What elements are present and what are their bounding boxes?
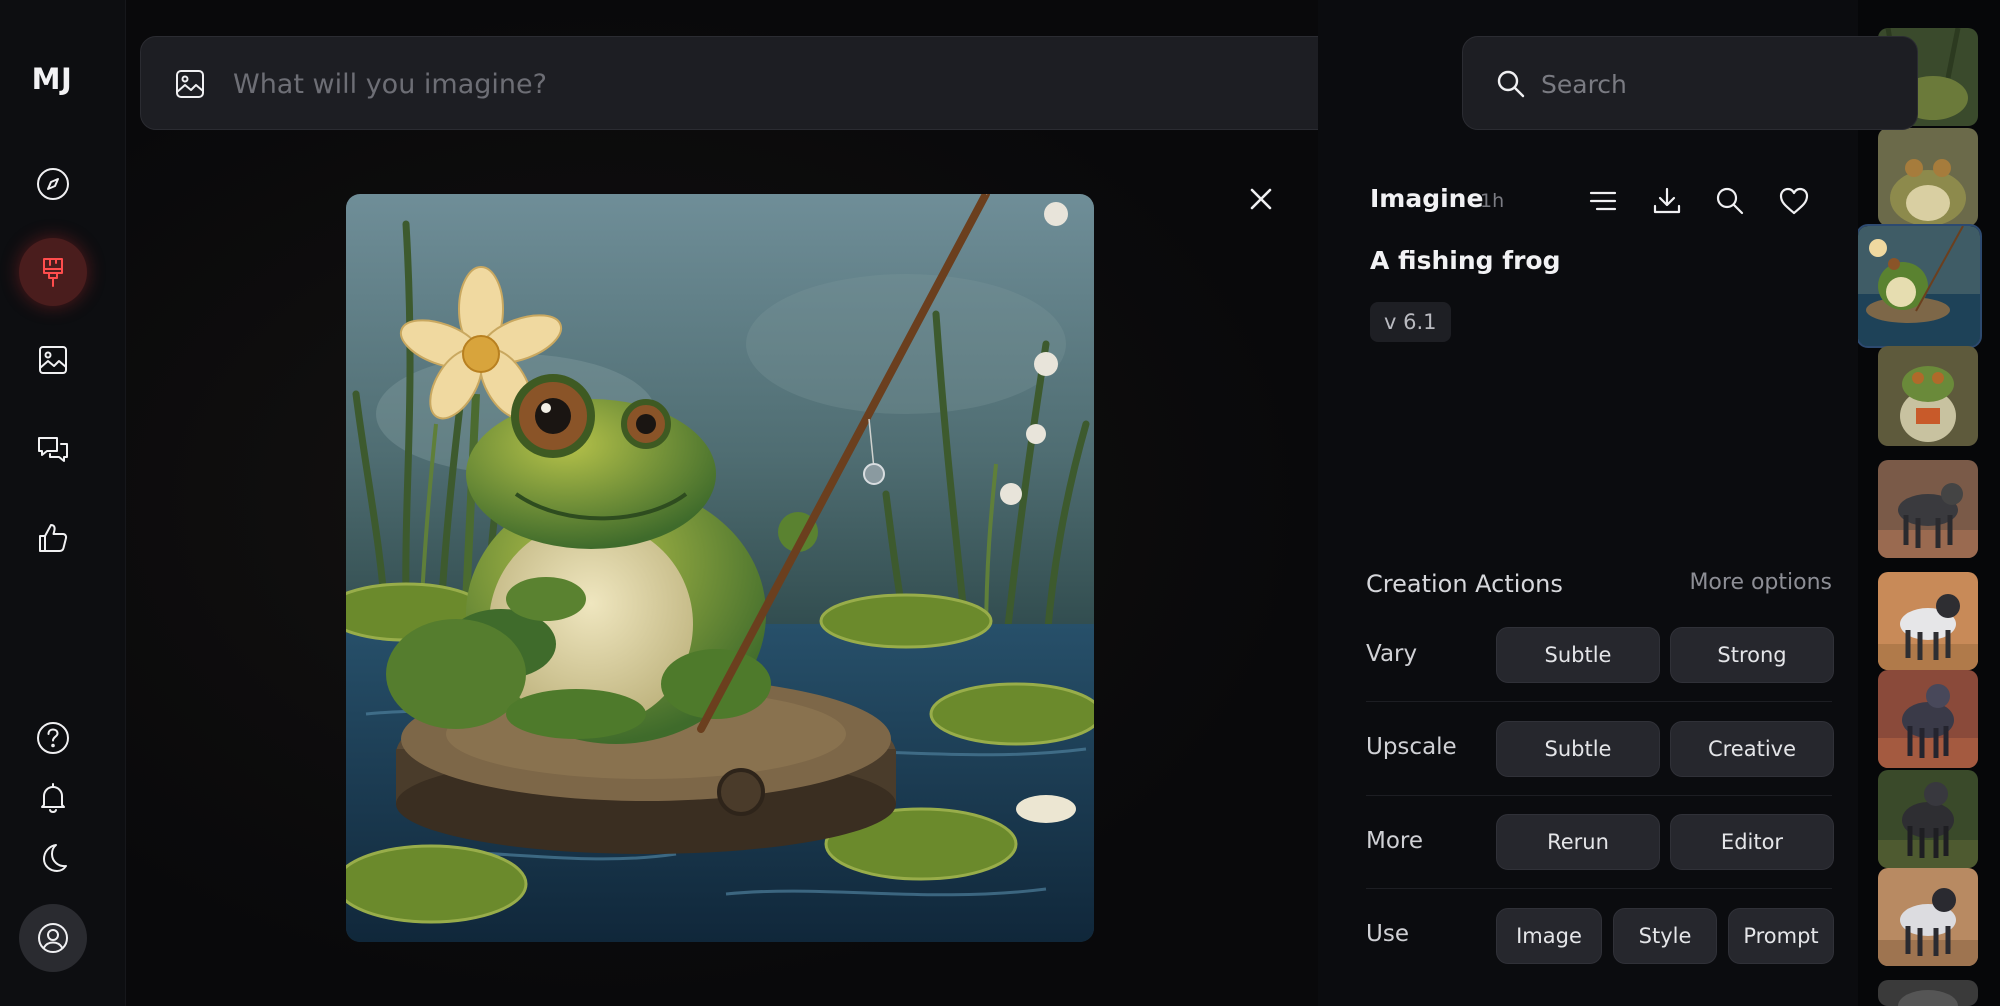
nav-likes[interactable] <box>19 504 87 572</box>
use-prompt-button[interactable]: Prompt <box>1728 908 1834 964</box>
job-timestamp: 1h <box>1480 190 1505 212</box>
chat-icon <box>38 437 68 462</box>
search-icon <box>1495 68 1527 100</box>
creation-actions-title: Creation Actions <box>1366 570 1563 598</box>
paintbrush-icon <box>43 258 63 287</box>
details-panel: Imagine 1h A fishing frog v 6.1 Creation… <box>1318 0 1858 1006</box>
thumbnail[interactable] <box>1878 770 1978 868</box>
version-badge: v 6.1 <box>1370 302 1451 342</box>
search-similar-icon[interactable] <box>1713 184 1747 218</box>
job-type-title: Imagine <box>1370 184 1484 213</box>
nav-chat[interactable] <box>19 416 87 484</box>
thumbnail[interactable] <box>1878 346 1978 446</box>
prompt-text[interactable]: A fishing frog <box>1370 246 1561 275</box>
image-upload-icon[interactable] <box>173 67 207 101</box>
vary-subtle-button[interactable]: Subtle <box>1496 627 1660 683</box>
help-icon <box>37 722 69 754</box>
logo[interactable]: MJ <box>0 62 104 96</box>
nav-profile[interactable] <box>19 904 87 972</box>
nav-explore[interactable] <box>19 150 87 218</box>
search-bar <box>1462 36 1918 130</box>
upscale-creative-button[interactable]: Creative <box>1670 721 1834 777</box>
vary-strong-button[interactable]: Strong <box>1670 627 1834 683</box>
thumbnail[interactable] <box>1878 670 1978 768</box>
prompt-bar <box>140 36 1446 130</box>
thumbnail[interactable] <box>1878 460 1978 558</box>
filter-lines-icon[interactable] <box>1586 184 1620 218</box>
download-icon[interactable] <box>1650 184 1684 218</box>
nav-help[interactable] <box>19 704 87 772</box>
thumbnail[interactable] <box>1878 868 1978 966</box>
prompt-input[interactable] <box>233 61 1313 107</box>
row-divider <box>1366 888 1832 889</box>
row-divider <box>1366 701 1832 702</box>
thumbnail[interactable] <box>1878 980 1978 1006</box>
user-circle-icon <box>38 923 68 953</box>
use-image-button[interactable]: Image <box>1496 908 1602 964</box>
moon-icon <box>43 844 67 872</box>
use-style-button[interactable]: Style <box>1613 908 1717 964</box>
thumbnail-strip <box>1858 0 2000 1006</box>
thumbnail[interactable] <box>1878 128 1978 226</box>
more-options-link[interactable]: More options <box>1689 570 1832 595</box>
thumbs-up-icon <box>39 524 68 552</box>
nav-notifications[interactable] <box>19 764 87 832</box>
generated-image[interactable] <box>346 194 1094 942</box>
close-icon <box>1250 188 1272 210</box>
nav-theme-toggle[interactable] <box>19 824 87 892</box>
close-viewer-button[interactable] <box>1244 182 1278 216</box>
thumbnail[interactable] <box>1878 572 1978 670</box>
compass-icon <box>37 168 69 200</box>
row-label-use: Use <box>1366 921 1409 947</box>
row-divider <box>1366 795 1832 796</box>
row-label-upscale: Upscale <box>1366 734 1457 760</box>
editor-button[interactable]: Editor <box>1670 814 1834 870</box>
image-icon <box>39 346 67 374</box>
upscale-subtle-button[interactable]: Subtle <box>1496 721 1660 777</box>
sidebar: MJ <box>0 0 126 1006</box>
search-input[interactable] <box>1541 61 1881 107</box>
thumbnail-selected[interactable] <box>1858 224 1982 348</box>
rerun-button[interactable]: Rerun <box>1496 814 1660 870</box>
bell-icon <box>41 783 65 813</box>
row-label-more: More <box>1366 828 1424 854</box>
row-label-vary: Vary <box>1366 641 1418 667</box>
heart-icon[interactable] <box>1777 184 1811 218</box>
nav-create[interactable] <box>19 238 87 306</box>
nav-organize[interactable] <box>19 326 87 394</box>
